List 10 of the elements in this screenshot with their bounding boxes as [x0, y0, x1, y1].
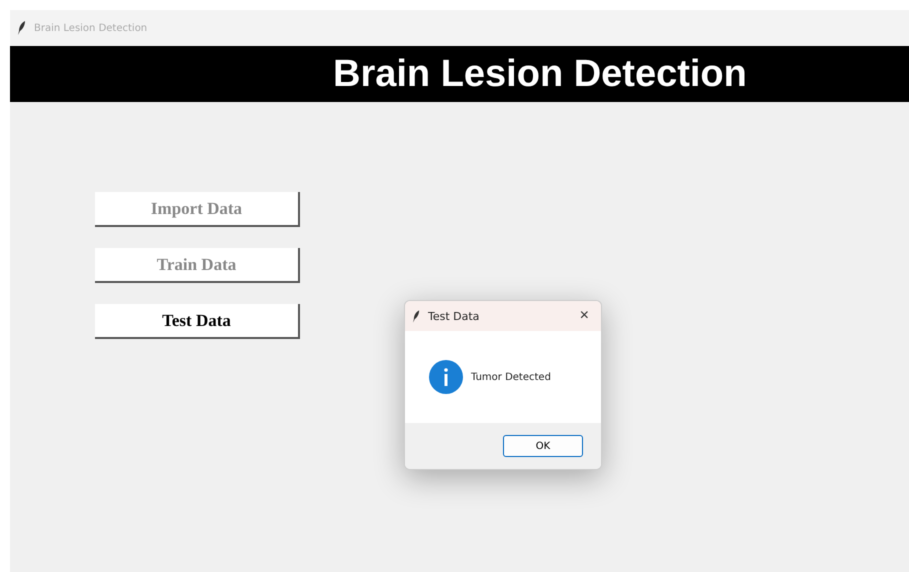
action-button[interactable]: Test Data [95, 304, 300, 339]
header-title: Brain Lesion Detection [333, 52, 747, 96]
dialog-message: Tumor Detected [471, 372, 551, 382]
info-icon [429, 360, 463, 394]
close-button[interactable]: × [576, 307, 593, 325]
window-title: Brain Lesion Detection [34, 22, 148, 34]
dialog-title: Test Data [428, 310, 480, 322]
feather-icon [18, 21, 26, 35]
feather-icon [413, 310, 420, 322]
ok-button[interactable]: OK [503, 435, 583, 457]
